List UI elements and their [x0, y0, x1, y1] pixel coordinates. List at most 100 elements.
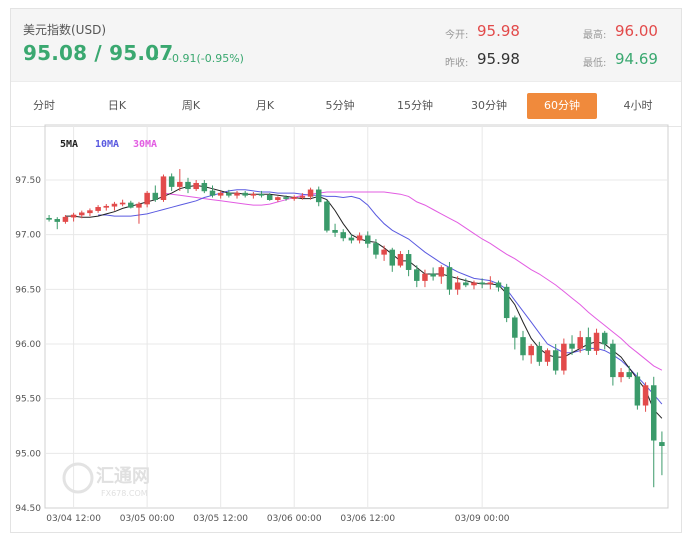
- candle-body: [446, 267, 453, 290]
- candle-body: [193, 182, 199, 190]
- candle-body: [160, 176, 167, 200]
- candle-body: [552, 350, 559, 371]
- candle-body: [348, 237, 355, 241]
- y-tick-label: 97.00: [15, 231, 41, 241]
- candle-body: [405, 254, 412, 270]
- candle-body: [487, 282, 494, 285]
- candle-body: [520, 337, 526, 356]
- candle: [503, 283, 510, 323]
- candle-body: [593, 332, 600, 351]
- candle: [618, 368, 624, 383]
- candle: [405, 249, 412, 277]
- candle-body: [201, 182, 208, 192]
- candle-body: [87, 210, 93, 214]
- candle: [634, 372, 641, 410]
- candle: [250, 192, 257, 199]
- y-tick-label: 95.00: [15, 449, 41, 459]
- candle-body: [307, 189, 314, 197]
- candle-body: [577, 337, 583, 349]
- candle: [160, 174, 167, 202]
- candle: [356, 232, 363, 244]
- candle-body: [528, 345, 534, 356]
- candle: [650, 376, 657, 488]
- candle: [487, 276, 494, 290]
- y-tick-label: 97.50: [15, 176, 41, 186]
- plot-area: [44, 124, 669, 509]
- watermark-logo: 汇通网 FX678.COM: [62, 462, 150, 498]
- candle: [144, 190, 150, 208]
- candle: [201, 180, 208, 194]
- candle-body: [258, 193, 265, 196]
- candle-body: [479, 282, 485, 285]
- candle-body: [62, 216, 69, 222]
- candle-body: [610, 343, 616, 378]
- candle-body: [283, 197, 289, 199]
- candle: [95, 205, 101, 213]
- candle: [128, 200, 134, 209]
- candle: [54, 217, 61, 230]
- candle-body: [95, 207, 101, 211]
- x-tick-label: 03/06 00:00: [267, 514, 322, 524]
- candle-body: [373, 243, 379, 255]
- candle-body: [650, 385, 657, 441]
- candle: [642, 382, 649, 412]
- candlestick-chart: 97.50 97.00 96.50 96.00 95.50 95.00 94.50 03/04…: [15, 124, 669, 524]
- candle: [438, 265, 445, 284]
- candle-body: [152, 192, 159, 200]
- candle-body: [266, 195, 273, 200]
- candle: [168, 173, 175, 191]
- candle-body: [177, 181, 183, 187]
- candle: [87, 208, 93, 217]
- candle-body: [332, 229, 338, 233]
- watermark-text: 汇通网: [96, 466, 150, 487]
- ma10-line: [98, 189, 663, 405]
- candle: [217, 190, 224, 199]
- candle-body: [569, 343, 575, 349]
- candle: [242, 190, 248, 198]
- y-tick-label: 96.50: [15, 285, 41, 295]
- candle-body: [430, 273, 436, 277]
- candle: [626, 365, 632, 379]
- x-tick-label: 03/05 12:00: [193, 514, 248, 524]
- legend-5ma: 5MA: [60, 139, 78, 150]
- y-tick-label: 94.50: [15, 504, 41, 514]
- candle: [324, 199, 330, 233]
- candle-body: [299, 196, 306, 198]
- candle-body: [46, 217, 52, 220]
- candle-body: [111, 203, 118, 207]
- candle: [397, 251, 404, 268]
- candle: [103, 204, 110, 211]
- candle-body: [275, 197, 281, 200]
- candle: [544, 348, 551, 366]
- watermark-subtext: FX678.COM: [101, 489, 148, 498]
- candle-body: [217, 192, 224, 196]
- candle-body: [136, 203, 142, 208]
- candle-body: [389, 249, 396, 266]
- candle-body: [422, 273, 428, 281]
- candle-body: [340, 232, 346, 239]
- candle-body: [659, 442, 665, 446]
- candle: [291, 195, 297, 201]
- candle: [193, 180, 199, 191]
- candle-body: [250, 193, 257, 196]
- candle-body: [454, 282, 461, 290]
- candle-body: [561, 343, 567, 371]
- candle: [315, 186, 322, 207]
- candle-body: [512, 317, 518, 338]
- ma5-line: [65, 184, 663, 419]
- candle-body: [397, 254, 404, 266]
- candle: [234, 190, 240, 199]
- candle-body: [471, 282, 477, 286]
- candle-body: [226, 192, 232, 196]
- candle-body: [128, 202, 134, 208]
- candle: [495, 280, 502, 292]
- candle-body: [536, 345, 543, 362]
- candle-body: [365, 235, 371, 244]
- candle: [70, 212, 77, 222]
- y-tick-label: 95.50: [15, 395, 41, 405]
- candle-body: [70, 214, 77, 218]
- candle-body: [634, 376, 641, 406]
- candle: [111, 201, 118, 211]
- candle-body: [438, 267, 445, 277]
- candle-body: [503, 286, 510, 319]
